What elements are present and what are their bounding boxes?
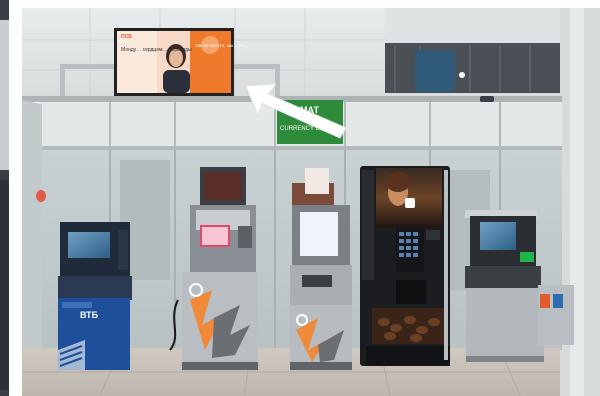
atm-vtb: ВТБ [58, 222, 132, 370]
billboard-left-text: Монду… сердцем… переводы [121, 47, 192, 53]
billboard-brand: ПСБ [121, 34, 132, 40]
security-camera [480, 96, 494, 102]
left-photo-edge [0, 0, 9, 396]
vtb-logo: ВТБ [80, 310, 99, 320]
coffee-machine [360, 166, 450, 366]
advertising-screen: Монду… сердцем… переводы Так же просто, … [114, 28, 250, 96]
airport-atm-area-photo: Монду… сердцем… переводы Так же просто, … [0, 0, 600, 396]
atm-right [465, 210, 544, 362]
photo-canvas: Монду… сердцем… переводы Так же просто, … [0, 0, 600, 396]
recycling-bins [538, 285, 574, 345]
billboard-right-text: Так же просто, как… по-… [195, 43, 250, 48]
